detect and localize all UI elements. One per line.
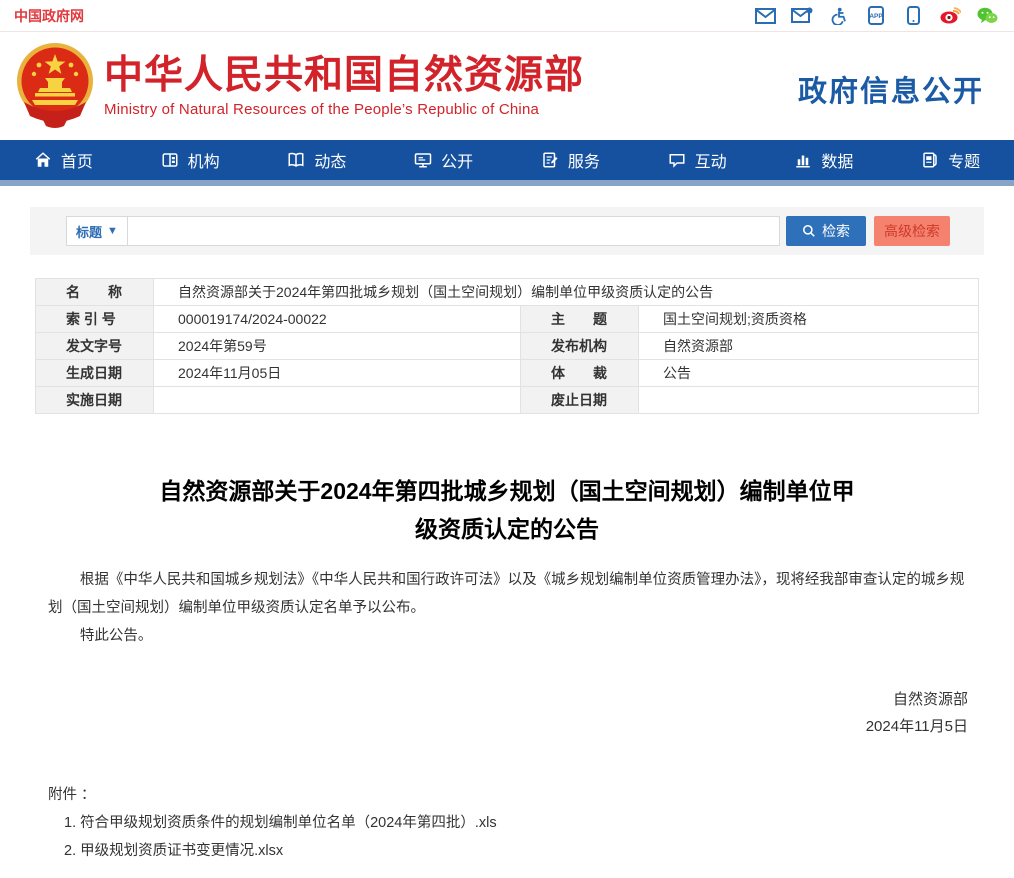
nav-item-interact[interactable]: 互动: [634, 140, 761, 180]
meta-label-docnum: 发文字号: [36, 333, 154, 360]
search-field-selector-value: 标题: [76, 222, 102, 241]
search-button[interactable]: 检索: [786, 216, 866, 246]
news-icon: [287, 151, 305, 169]
meta-value-name: 自然资源部关于2024年第四批城乡规划（国土空间规划）编制单位甲级资质认定的公告: [154, 279, 979, 306]
meta-value-docnum: 2024年第59号: [154, 333, 521, 360]
home-icon: [34, 151, 52, 169]
nav-item-home[interactable]: 首页: [0, 140, 127, 180]
national-emblem-logo: [12, 40, 98, 132]
meta-value-subject: 国土空间规划;资质资格: [639, 306, 979, 333]
nav-item-org[interactable]: 机构: [127, 140, 254, 180]
ministry-title-en: Ministry of Natural Resources of the Peo…: [104, 101, 584, 118]
accessibility-icon[interactable]: [828, 6, 850, 26]
meta-label-effective: 实施日期: [36, 387, 154, 414]
attachment-link[interactable]: 1. 符合甲级规划资质条件的规划编制单位名单（2024年第四批）.xls: [64, 809, 966, 837]
meta-value-genre: 公告: [639, 360, 979, 387]
nav-label: 互动: [695, 148, 727, 172]
service-icon: [541, 151, 559, 169]
interact-icon: [668, 151, 686, 169]
table-row: 生成日期 2024年11月05日 体 裁 公告: [36, 360, 979, 387]
meta-value-repeal: [639, 387, 979, 414]
nav-label: 数据: [821, 148, 853, 172]
meta-value-effective: [154, 387, 521, 414]
meta-value-created: 2024年11月05日: [154, 360, 521, 387]
site-header: 中华人民共和国自然资源部 Ministry of Natural Resourc…: [0, 32, 1014, 140]
signature-block: 自然资源部 2024年11月5日: [0, 686, 968, 740]
search-icon: [802, 224, 816, 238]
nav-label: 动态: [314, 148, 346, 172]
nav-label: 首页: [61, 148, 93, 172]
nav-item-service[interactable]: 服务: [507, 140, 634, 180]
ministry-title-cn: 中华人民共和国自然资源部: [104, 54, 584, 98]
topics-icon: [921, 151, 939, 169]
meta-label-agency: 发布机构: [521, 333, 639, 360]
mail-subscribe-icon[interactable]: [791, 6, 813, 26]
top-bar: 中国政府网 APP: [0, 0, 1014, 32]
table-row: 名 称 自然资源部关于2024年第四批城乡规划（国土空间规划）编制单位甲级资质认…: [36, 279, 979, 306]
main-nav: 首页 机构 动态 公开 服务 互动 数据 专题: [0, 140, 1014, 180]
top-icon-row: APP: [754, 6, 998, 26]
table-row: 发文字号 2024年第59号 发布机构 自然资源部: [36, 333, 979, 360]
mobile-icon[interactable]: [902, 6, 924, 26]
attachments-section: 附件 ： 1. 符合甲级规划资质条件的规划编制单位名单（2024年第四批）.xl…: [48, 782, 966, 865]
weibo-icon[interactable]: [939, 6, 961, 26]
meta-value-index: 000019174/2024-00022: [154, 306, 521, 333]
chevron-down-icon: ▼: [107, 225, 118, 237]
table-row: 索 引 号 000019174/2024-00022 主 题 国土空间规划;资质…: [36, 306, 979, 333]
advanced-search-button[interactable]: 高级检索: [874, 216, 950, 246]
nav-item-news[interactable]: 动态: [254, 140, 381, 180]
data-icon: [794, 151, 812, 169]
search-button-label: 检索: [822, 221, 850, 241]
search-field-selector[interactable]: 标题 ▼: [66, 216, 128, 246]
svg-text:APP: APP: [869, 13, 883, 20]
gov-site-link[interactable]: 中国政府网: [14, 6, 84, 26]
nav-label: 公开: [441, 148, 473, 172]
meta-value-agency: 自然资源部: [639, 333, 979, 360]
article-closing-line: 特此公告。: [48, 622, 966, 650]
nav-underline-strip: [0, 180, 1014, 186]
disclosure-icon: [414, 151, 432, 169]
org-icon: [161, 151, 179, 169]
nav-item-data[interactable]: 数据: [761, 140, 888, 180]
nav-item-topics[interactable]: 专题: [887, 140, 1014, 180]
nav-label: 专题: [948, 148, 980, 172]
meta-label-genre: 体 裁: [521, 360, 639, 387]
search-input[interactable]: [128, 216, 780, 246]
meta-label-subject: 主 题: [521, 306, 639, 333]
signer-name: 自然资源部: [0, 686, 968, 713]
mail-icon[interactable]: [754, 6, 776, 26]
table-row: 实施日期 废止日期: [36, 387, 979, 414]
signature-date: 2024年11月5日: [0, 713, 968, 740]
brand-text: 中华人民共和国自然资源部 Ministry of Natural Resourc…: [104, 54, 584, 118]
nav-item-disclosure[interactable]: 公开: [380, 140, 507, 180]
meta-label-repeal: 废止日期: [521, 387, 639, 414]
nav-label: 服务: [568, 148, 600, 172]
app-icon[interactable]: APP: [865, 6, 887, 26]
article-paragraph: 根据《中华人民共和国城乡规划法》《中华人民共和国行政许可法》以及《城乡规划编制单…: [48, 566, 966, 622]
attachments-label: 附件 ：: [48, 782, 966, 809]
nav-label: 机构: [188, 148, 220, 172]
search-bar: 标题 ▼ 检索 高级检索: [30, 207, 984, 255]
article-title: 自然资源部关于2024年第四批城乡规划（国土空间规划）编制单位甲级资质认定的公告: [157, 472, 857, 548]
article-body: 根据《中华人民共和国城乡规划法》《中华人民共和国行政许可法》以及《城乡规划编制单…: [0, 566, 1014, 865]
attachment-link[interactable]: 2. 甲级规划资质证书变更情况.xlsx: [64, 837, 966, 865]
meta-label-name: 名 称: [36, 279, 154, 306]
document-metadata-table: 名 称 自然资源部关于2024年第四批城乡规划（国土空间规划）编制单位甲级资质认…: [35, 278, 979, 414]
meta-label-created: 生成日期: [36, 360, 154, 387]
wechat-icon[interactable]: [976, 6, 998, 26]
meta-label-index: 索 引 号: [36, 306, 154, 333]
page-title: 政府信息公开: [798, 68, 984, 110]
